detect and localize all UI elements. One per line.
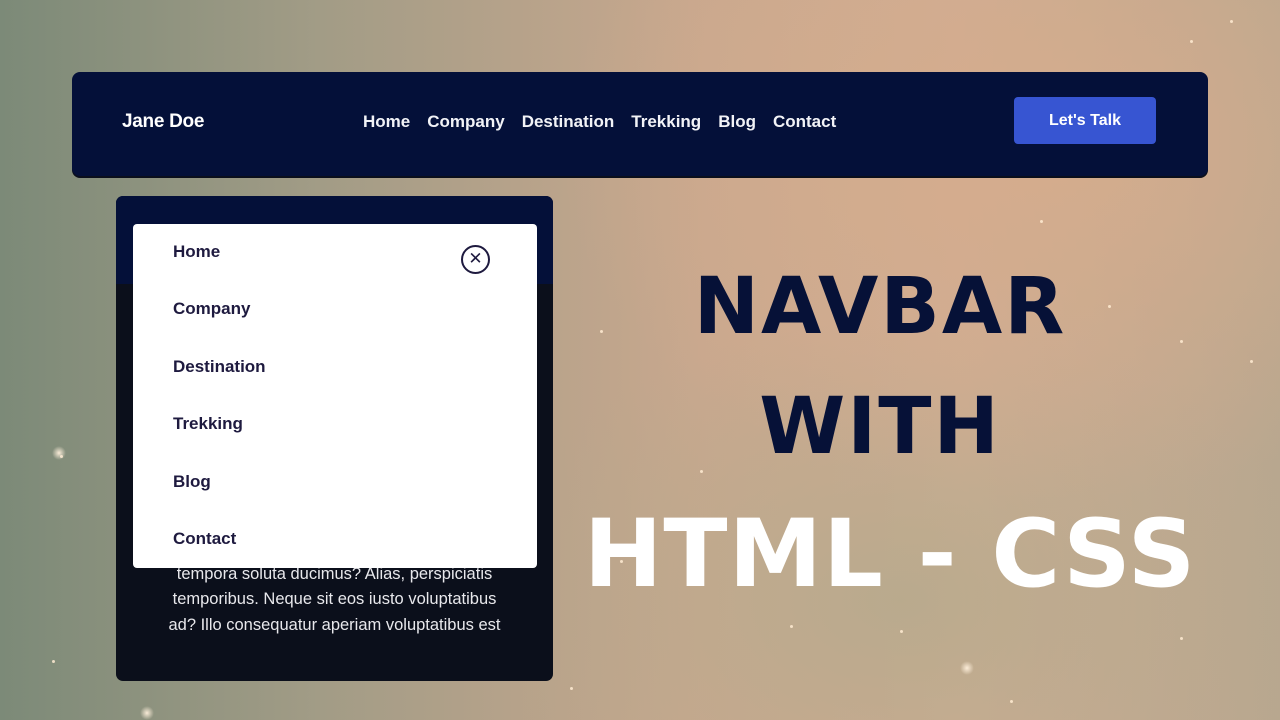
- sparkle: [1190, 40, 1193, 43]
- headline-line-1: NAVBAR: [693, 262, 1067, 352]
- mobile-menu-item-trekking[interactable]: Trekking: [173, 414, 243, 434]
- sparkle-glow: [140, 706, 154, 720]
- mobile-menu-item-company[interactable]: Company: [173, 299, 250, 319]
- close-menu-button[interactable]: ✕: [461, 245, 490, 274]
- mobile-menu-item-contact[interactable]: Contact: [173, 529, 236, 549]
- nav-link-company[interactable]: Company: [427, 112, 504, 132]
- sparkle: [790, 625, 793, 628]
- navbar: Jane Doe Home Company Destination Trekki…: [72, 72, 1208, 176]
- brand-logo[interactable]: Jane Doe: [122, 72, 204, 172]
- mobile-menu-item-destination[interactable]: Destination: [173, 357, 266, 377]
- sparkle: [570, 687, 573, 690]
- nav-link-trekking[interactable]: Trekking: [631, 112, 701, 132]
- headline-line-3: HTML - CSS: [583, 500, 1197, 609]
- nav-link-blog[interactable]: Blog: [718, 112, 756, 132]
- sparkle: [1180, 340, 1183, 343]
- lets-talk-button[interactable]: Let's Talk: [1014, 97, 1156, 144]
- sparkle: [1010, 700, 1013, 703]
- sparkle: [1250, 360, 1253, 363]
- sparkle: [900, 630, 903, 633]
- mobile-menu: Home Company Destination Trekking Blog C…: [133, 224, 537, 568]
- mobile-menu-item-home[interactable]: Home: [173, 242, 220, 262]
- sparkle: [52, 660, 55, 663]
- mobile-menu-item-blog[interactable]: Blog: [173, 472, 211, 492]
- sparkle: [1230, 20, 1233, 23]
- nav-link-home[interactable]: Home: [363, 112, 410, 132]
- sparkle: [1180, 637, 1183, 640]
- headline-line-2: WITH: [759, 382, 1001, 472]
- sparkle-glow: [52, 446, 66, 460]
- nav-link-destination[interactable]: Destination: [522, 112, 615, 132]
- card-text-line: ad? Illo consequatur aperiam voluptatibu…: [168, 615, 501, 634]
- sparkle-glow: [960, 661, 974, 675]
- close-icon: ✕: [468, 249, 483, 269]
- nav-links: Home Company Destination Trekking Blog C…: [363, 72, 836, 172]
- card-text-line: temporibus. Neque sit eos iusto voluptat…: [172, 590, 497, 608]
- nav-link-contact[interactable]: Contact: [773, 112, 836, 132]
- sparkle: [1040, 220, 1043, 223]
